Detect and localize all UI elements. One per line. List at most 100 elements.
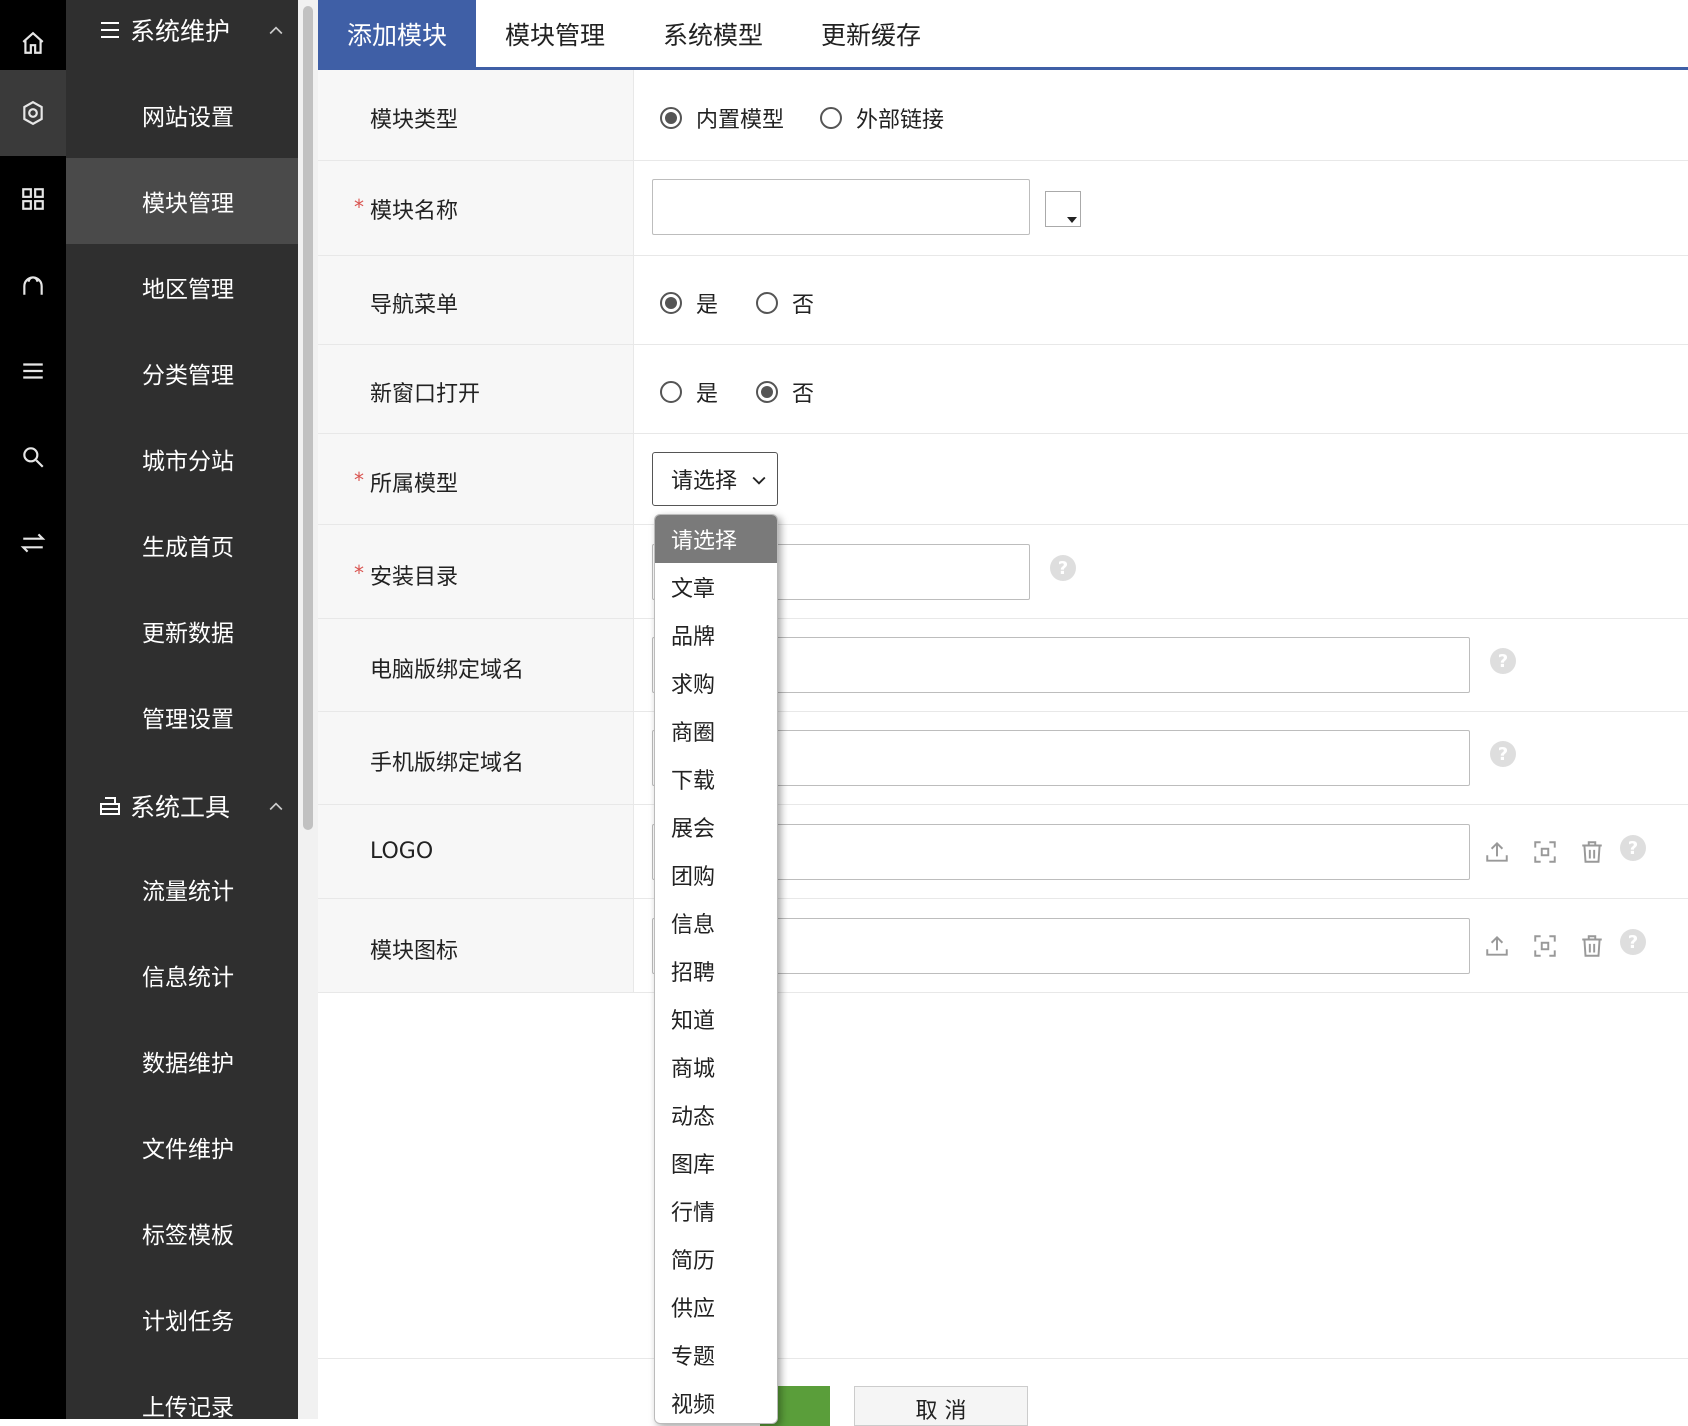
dropdown-option[interactable]: 文章: [655, 563, 777, 611]
dropdown-option[interactable]: 行情: [655, 1187, 777, 1235]
mobile-domain-label: 手机版绑定域名: [370, 751, 525, 776]
module-name-input[interactable]: [652, 179, 1030, 235]
nav-item-info-stats[interactable]: 信息统计: [66, 932, 298, 1018]
nav-item-city-stations[interactable]: 城市分站: [66, 416, 298, 502]
tab-system-models[interactable]: 系统模型: [634, 0, 792, 67]
tab-bar: 添加模块 模块管理 系统模型 更新缓存: [318, 0, 1688, 70]
help-icon[interactable]: ?: [1620, 929, 1646, 955]
chevron-down-icon: [752, 476, 766, 485]
module-name-label: 模块名称: [370, 199, 459, 224]
nav-group-label: 系统维护: [130, 17, 231, 46]
search-icon[interactable]: [0, 414, 66, 500]
dropdown-option[interactable]: 简历: [655, 1235, 777, 1283]
dropdown-option[interactable]: 知道: [655, 995, 777, 1043]
dropdown-option[interactable]: 动态: [655, 1091, 777, 1139]
color-picker[interactable]: [1045, 191, 1081, 227]
user-icon[interactable]: [0, 242, 66, 328]
nav-group-label: 系统工具: [130, 793, 231, 822]
gear-icon[interactable]: [0, 70, 66, 156]
preview-icon[interactable]: [1532, 933, 1558, 959]
nav-item-module-management[interactable]: 模块管理: [66, 158, 298, 244]
list-icon[interactable]: [0, 328, 66, 414]
nav-item-traffic-stats[interactable]: 流量统计: [66, 846, 298, 932]
trash-icon[interactable]: [1579, 933, 1605, 959]
menu-icon: [98, 18, 122, 42]
nav-item-category-management[interactable]: 分类管理: [66, 330, 298, 416]
nav-item-generate-home[interactable]: 生成首页: [66, 502, 298, 588]
form-row-install-dir: * 安装目录 ?: [318, 525, 1688, 619]
help-icon[interactable]: ?: [1490, 648, 1516, 674]
radio-new-window-no[interactable]: 否: [756, 376, 814, 408]
dropdown-option[interactable]: 供应: [655, 1283, 777, 1331]
nav-item-data-maintenance[interactable]: 数据维护: [66, 1018, 298, 1104]
dropdown-option[interactable]: 下载: [655, 755, 777, 803]
grid-icon[interactable]: [0, 156, 66, 242]
help-icon[interactable]: ?: [1050, 555, 1076, 581]
nav-group-system-maintenance[interactable]: 系统维护: [66, 0, 298, 60]
dropdown-option[interactable]: 商圈: [655, 707, 777, 755]
radio-external-link[interactable]: 外部链接: [820, 102, 944, 134]
radio-nav-menu-no[interactable]: 否: [756, 287, 814, 319]
dropdown-option[interactable]: 展会: [655, 803, 777, 851]
nav-item-file-maintenance[interactable]: 文件维护: [66, 1104, 298, 1190]
dropdown-option[interactable]: 招聘: [655, 947, 777, 995]
form-row-mobile-domain: 手机版绑定域名 ?: [318, 712, 1688, 805]
form-row-model: * 所属模型 请选择: [318, 434, 1688, 525]
radio-new-window-yes[interactable]: 是: [660, 376, 718, 408]
nav-item-tag-templates[interactable]: 标签模板: [66, 1190, 298, 1276]
upload-icon[interactable]: [1484, 839, 1510, 865]
printer-icon: [98, 794, 122, 818]
logo-label: LOGO: [370, 839, 434, 864]
help-icon[interactable]: ?: [1620, 835, 1646, 861]
dropdown-option[interactable]: 图库: [655, 1139, 777, 1187]
form-row-nav-menu: 导航菜单 是 否: [318, 256, 1688, 345]
sidebar-nav: 系统维护 网站设置 模块管理 地区管理 分类管理 城市分站 生成首页 更新数据 …: [66, 0, 298, 1419]
required-mark: *: [354, 561, 364, 585]
new-window-label: 新窗口打开: [370, 382, 481, 407]
required-mark: *: [354, 195, 364, 219]
nav-item-update-data[interactable]: 更新数据: [66, 588, 298, 674]
tab-add-module[interactable]: 添加模块: [318, 0, 476, 67]
dropdown-option[interactable]: 信息: [655, 899, 777, 947]
install-dir-label: 安装目录: [370, 565, 459, 590]
trash-icon[interactable]: [1579, 839, 1605, 865]
nav-item-admin-settings[interactable]: 管理设置: [66, 674, 298, 760]
dropdown-option[interactable]: 团购: [655, 851, 777, 899]
dropdown-option[interactable]: 商城: [655, 1043, 777, 1091]
nav-menu-label: 导航菜单: [370, 293, 459, 318]
module-type-label: 模块类型: [370, 108, 459, 133]
dropdown-option[interactable]: 品牌: [655, 611, 777, 659]
nav-item-scheduled-tasks[interactable]: 计划任务: [66, 1276, 298, 1362]
divider: [318, 1358, 1688, 1359]
cancel-button[interactable]: 取 消: [854, 1386, 1028, 1426]
tab-module-management[interactable]: 模块管理: [476, 0, 634, 67]
radio-builtin-model[interactable]: 内置模型: [660, 102, 784, 134]
icon-rail: [0, 0, 66, 1419]
model-select[interactable]: 请选择: [652, 452, 778, 506]
upload-icon[interactable]: [1484, 933, 1510, 959]
swap-icon[interactable]: [0, 500, 66, 586]
form-row-module-type: 模块类型 内置模型 外部链接: [318, 70, 1688, 161]
tab-update-cache[interactable]: 更新缓存: [792, 0, 950, 67]
chevron-up-icon: [266, 794, 286, 814]
help-icon[interactable]: ?: [1490, 741, 1516, 767]
model-label: 所属模型: [370, 472, 459, 497]
pc-domain-label: 电脑版绑定域名: [370, 658, 525, 683]
module-icon-label: 模块图标: [370, 939, 459, 964]
nav-group-system-tools[interactable]: 系统工具: [66, 776, 298, 836]
chevron-up-icon: [266, 18, 286, 38]
preview-icon[interactable]: [1532, 839, 1558, 865]
model-dropdown-list: 请选择 文章 品牌 求购 商圈 下载 展会 团购 信息 招聘 知道 商城 动态 图库 行情 简历 供应 专题 视频: [654, 514, 778, 1424]
form-row-new-window: 新窗口打开 是 否: [318, 345, 1688, 434]
dropdown-option[interactable]: 求购: [655, 659, 777, 707]
scrollbar-thumb[interactable]: [303, 6, 313, 830]
form-row-logo: LOGO ?: [318, 805, 1688, 899]
radio-nav-menu-yes[interactable]: 是: [660, 287, 718, 319]
dropdown-option[interactable]: 视频: [655, 1379, 777, 1423]
form-row-module-name: * 模块名称: [318, 161, 1688, 256]
dropdown-option[interactable]: 请选择: [655, 515, 777, 563]
nav-item-region-management[interactable]: 地区管理: [66, 244, 298, 330]
nav-item-upload-records[interactable]: 上传记录: [66, 1362, 298, 1419]
nav-item-site-settings[interactable]: 网站设置: [66, 72, 298, 158]
dropdown-option[interactable]: 专题: [655, 1331, 777, 1379]
